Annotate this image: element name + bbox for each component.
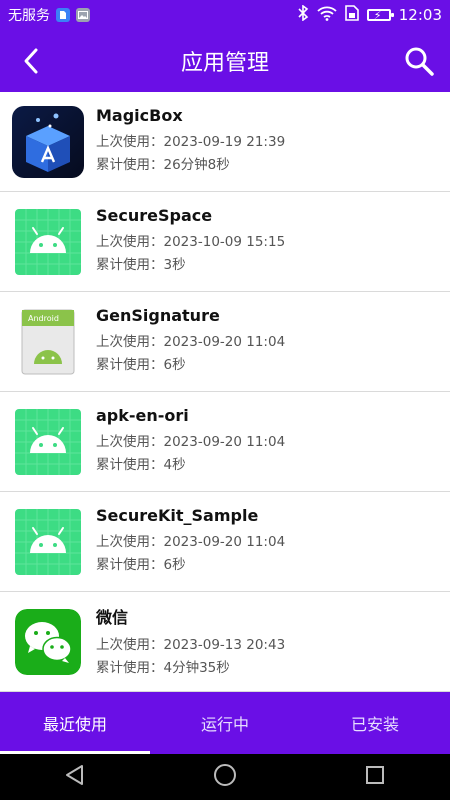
- app-name: SecureKit_Sample: [96, 506, 259, 525]
- status-left: 无服务: [8, 5, 90, 25]
- image-badge-icon: [76, 8, 90, 22]
- app-row-securekit-sample[interactable]: SecureKit_Sample 上次使用：2023-09-20 11:04 累…: [0, 492, 450, 592]
- app-row-apk-en-ori[interactable]: apk-en-ori 上次使用：2023-09-20 11:04 累计使用：4秒: [0, 392, 450, 492]
- app-name: SecureSpace: [96, 206, 213, 225]
- app-row-wechat[interactable]: 微信 上次使用：2023-09-13 20:43 累计使用：4分钟35秒: [0, 592, 450, 692]
- wechat-icon: [15, 608, 81, 675]
- sim-card-icon: [344, 5, 359, 25]
- bottom-tab-bar: 最近使用 运行中 已安装: [0, 692, 450, 754]
- clock-text: 12:03: [398, 6, 442, 24]
- app-name: 微信: [96, 607, 129, 627]
- android-icon: [12, 406, 84, 478]
- android-icon: [12, 506, 84, 578]
- page-title: 应用管理: [180, 51, 269, 76]
- battery-charging-icon: ⚡: [366, 9, 394, 22]
- last-used-label: 上次使用：: [96, 636, 164, 653]
- status-bar: 无服务 ⚡ 12:03: [0, 0, 450, 30]
- search-button[interactable]: [388, 30, 450, 92]
- carrier-text: 无服务: [8, 8, 50, 24]
- last-used-value: 2023-09-19 21:39: [163, 134, 286, 150]
- system-nav-bar: [0, 754, 450, 800]
- last-used-label: 上次使用：: [96, 234, 164, 250]
- last-used-value: 2023-09-13 20:43: [163, 636, 286, 653]
- total-used-label: 累计使用：: [96, 457, 164, 473]
- total-used-value: 6秒: [163, 357, 186, 373]
- last-used-label: 上次使用：: [96, 334, 164, 350]
- search-icon: [405, 47, 434, 76]
- back-triangle-icon: [65, 765, 83, 785]
- app-row-magicbox[interactable]: MagicBox 上次使用：2023-09-19 21:39 累计使用：26分钟…: [0, 92, 450, 192]
- total-used-value: 3秒: [163, 257, 186, 273]
- tab-running[interactable]: 运行中: [150, 692, 300, 754]
- home-circle-icon: [213, 764, 236, 786]
- sim-badge-icon: [56, 8, 70, 22]
- recents-square-icon: [366, 766, 385, 784]
- status-right: ⚡ 12:03: [297, 4, 442, 25]
- total-used-value: 26分钟8秒: [163, 157, 230, 173]
- total-used-value: 4秒: [163, 457, 186, 473]
- app-bar: 应用管理: [0, 30, 450, 92]
- wifi-icon: [317, 6, 337, 25]
- app-name: MagicBox: [96, 106, 183, 125]
- android-package-label: Android: [28, 314, 59, 323]
- android-icon: [12, 206, 84, 278]
- last-used-value: 2023-10-09 15:15: [163, 234, 286, 250]
- total-used-label: 累计使用：: [96, 157, 164, 173]
- tab-installed[interactable]: 已安装: [300, 692, 450, 754]
- total-used-label: 累计使用：: [96, 659, 164, 676]
- last-used-label: 上次使用：: [96, 434, 164, 450]
- app-name: apk-en-ori: [96, 406, 189, 425]
- app-row-gensignature[interactable]: Android GenSignature 上次使用：2023-09-20 11:…: [0, 292, 450, 392]
- total-used-label: 累计使用：: [96, 257, 164, 273]
- last-used-value: 2023-09-20 11:04: [163, 534, 286, 550]
- android-package-icon: Android: [12, 306, 84, 378]
- magicbox-icon: [12, 105, 84, 178]
- app-name: GenSignature: [96, 306, 220, 325]
- nav-recents-button[interactable]: [364, 764, 386, 790]
- last-used-value: 2023-09-20 11:04: [163, 334, 286, 350]
- nav-back-button[interactable]: [64, 764, 86, 790]
- app-list: MagicBox 上次使用：2023-09-19 21:39 累计使用：26分钟…: [0, 92, 450, 692]
- bluetooth-icon: [297, 4, 309, 25]
- tab-recent[interactable]: 最近使用: [0, 692, 150, 754]
- total-used-value: 6秒: [163, 557, 186, 573]
- nav-home-button[interactable]: [213, 763, 237, 791]
- total-used-label: 累计使用：: [96, 557, 164, 573]
- last-used-label: 上次使用：: [96, 534, 164, 550]
- back-arrow-icon: [24, 48, 38, 74]
- total-used-label: 累计使用：: [96, 357, 164, 373]
- last-used-value: 2023-09-20 11:04: [163, 434, 286, 450]
- total-used-value: 4分钟35秒: [163, 659, 230, 676]
- app-row-securespace[interactable]: SecureSpace 上次使用：2023-10-09 15:15 累计使用：3…: [0, 192, 450, 292]
- back-button[interactable]: [0, 30, 62, 92]
- last-used-label: 上次使用：: [96, 134, 164, 150]
